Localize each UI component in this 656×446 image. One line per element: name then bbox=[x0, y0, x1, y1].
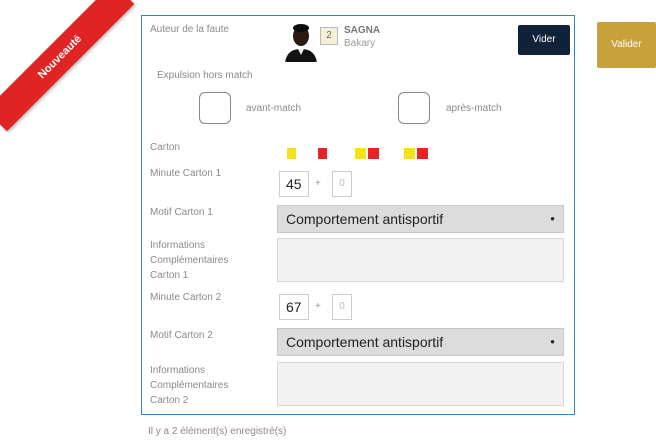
new-ribbon-label: Nouveauté bbox=[0, 0, 135, 132]
info-card1-label-2: Complémentaires bbox=[150, 255, 229, 266]
validate-button[interactable]: Valider bbox=[597, 22, 656, 68]
info-card1-label-1: Informations bbox=[150, 240, 206, 251]
after-match-checkbox[interactable] bbox=[398, 92, 430, 124]
player-avatar bbox=[283, 22, 319, 62]
minute-card1-plus: + bbox=[315, 178, 321, 189]
yellow-card-icon[interactable] bbox=[287, 148, 296, 159]
reason-card1-value: Comportement antisportif bbox=[286, 211, 444, 227]
card-label: Carton bbox=[150, 142, 181, 153]
info-card1-textarea[interactable] bbox=[277, 238, 564, 282]
minute-card1-label: Minute Carton 1 bbox=[150, 168, 222, 179]
info-card2-label-3: Carton 2 bbox=[150, 395, 189, 406]
info-card2-label-1: Informations bbox=[150, 365, 206, 376]
dropdown-arrow-icon: ● bbox=[550, 337, 555, 346]
player-last-name: SAGNA bbox=[344, 25, 381, 36]
extra-time-card2-input[interactable]: 0 bbox=[332, 294, 352, 320]
after-match-label: après-match bbox=[446, 103, 502, 114]
yellow-red-card-icon[interactable] bbox=[404, 148, 428, 159]
red-card-icon[interactable] bbox=[318, 148, 327, 159]
minute-card2-label: Minute Carton 2 bbox=[150, 292, 222, 303]
clear-button[interactable]: Vider bbox=[518, 25, 570, 55]
yellow-red-card-icon[interactable] bbox=[355, 148, 379, 159]
minute-card1-input[interactable]: 45 bbox=[279, 171, 309, 197]
dropdown-arrow-icon: ● bbox=[550, 214, 555, 223]
info-card2-label-2: Complémentaires bbox=[150, 380, 229, 391]
author-label: Auteur de la faute bbox=[150, 24, 229, 35]
minute-card2-input[interactable]: 67 bbox=[279, 294, 309, 320]
new-ribbon: Nouveauté bbox=[0, 0, 140, 140]
expulsion-label: Expulsion hors match bbox=[157, 70, 253, 81]
player-first-name: Bakary bbox=[344, 38, 376, 49]
before-match-checkbox[interactable] bbox=[199, 92, 231, 124]
reason-card2-value: Comportement antisportif bbox=[286, 334, 444, 350]
reason-card2-select[interactable]: Comportement antisportif ● bbox=[277, 328, 564, 356]
extra-time-card1-input[interactable]: 0 bbox=[332, 171, 352, 197]
records-count-text: Il y a 2 élément(s) enregistré(s) bbox=[148, 426, 287, 437]
minute-card2-plus: + bbox=[315, 301, 321, 312]
player-number-badge: 2 bbox=[320, 27, 338, 45]
info-card1-label-3: Carton 1 bbox=[150, 270, 189, 281]
reason-card1-label: Motif Carton 1 bbox=[150, 207, 213, 218]
before-match-label: avant-match bbox=[246, 103, 302, 114]
reason-card2-label: Motif Carton 2 bbox=[150, 330, 213, 341]
reason-card1-select[interactable]: Comportement antisportif ● bbox=[277, 205, 564, 233]
player-photo-icon bbox=[283, 22, 319, 62]
info-card2-textarea[interactable] bbox=[277, 362, 564, 406]
